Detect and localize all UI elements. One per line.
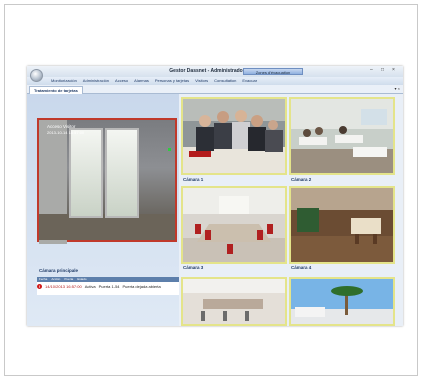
- camera-2-view[interactable]: [289, 97, 395, 175]
- menu-item-administracion[interactable]: Administración: [83, 78, 109, 83]
- status-dot: [168, 148, 171, 151]
- camera-5-view[interactable]: [181, 277, 287, 326]
- events-col-state[interactable]: Estado: [75, 277, 86, 282]
- camera-3-label: Cámara 3: [183, 265, 204, 270]
- menu-item-monitorizacion[interactable]: Monitorización: [51, 78, 77, 83]
- menu-item-evacuar[interactable]: Evacuar: [242, 78, 257, 83]
- menu-item-personas[interactable]: Personas y tarjetas: [155, 78, 189, 83]
- tab-tratamiento-tarjetas[interactable]: Tratamiento de tarjetas: [29, 86, 83, 94]
- menu-item-consultation[interactable]: Consultation: [214, 78, 236, 83]
- evacuation-zones-button[interactable]: Zones d'évacuation: [243, 68, 303, 75]
- main-camera-view[interactable]: Acceso Visitor 2013-10-14 16:57:00: [37, 118, 177, 244]
- app-window: Gestor Dassnet - Administrador Zones d'é…: [27, 66, 403, 326]
- close-icon[interactable]: ×: [392, 67, 395, 73]
- camera-4-view[interactable]: [289, 186, 395, 264]
- events-col-action[interactable]: Acción: [49, 277, 60, 282]
- event-description: Puerta dejada abierta: [122, 284, 161, 289]
- events-col-door[interactable]: Puerta: [62, 277, 73, 282]
- menu-item-visitors[interactable]: Visitors: [195, 78, 208, 83]
- tab-controls[interactable]: ▾ ×: [395, 86, 400, 91]
- camera-4-label: Cámara 4: [291, 265, 312, 270]
- tab-strip: Tratamiento de tarjetas ▾ ×: [27, 85, 403, 94]
- app-menu-orb-icon[interactable]: [30, 69, 43, 82]
- alarm-icon: !: [37, 284, 42, 289]
- title-bar: Gestor Dassnet - Administrador Zones d'é…: [27, 66, 403, 77]
- door-left: [69, 128, 103, 218]
- camera-1-view[interactable]: [181, 97, 287, 175]
- menu-item-acceso[interactable]: Acceso: [115, 78, 128, 83]
- minimize-icon[interactable]: –: [370, 67, 373, 73]
- camera-3-view[interactable]: [181, 186, 287, 264]
- camera-grid: Cámara 1 Cámara 2 Cámara 3 Cámara 4: [179, 94, 403, 326]
- event-datetime: 14/10/2013 16:57:00: [45, 284, 82, 289]
- menu-item-alarmas[interactable]: Alarmas: [134, 78, 149, 83]
- camera-1-label: Cámara 1: [183, 177, 204, 182]
- door-right: [105, 128, 139, 218]
- events-header: Fecha Acción Puerta Estado: [37, 277, 179, 282]
- camera-overlay-name: Acceso Visitor: [47, 124, 76, 129]
- camera-overlay-timestamp: 2013-10-14 16:57:00: [47, 130, 85, 135]
- main-camera-label: Cámara principale: [39, 268, 79, 273]
- camera-6-view[interactable]: [289, 277, 395, 326]
- maximize-icon[interactable]: □: [381, 67, 384, 73]
- event-door: Puerta 1-54: [98, 284, 120, 289]
- event-status: Activa: [84, 284, 96, 289]
- events-col-date[interactable]: Fecha: [37, 277, 47, 282]
- event-row[interactable]: ! 14/10/2013 16:57:00 Activa Puerta 1-54…: [37, 283, 179, 290]
- events-table: Fecha Acción Puerta Estado ! 14/10/2013 …: [37, 277, 179, 295]
- camera-2-label: Cámara 2: [291, 177, 312, 182]
